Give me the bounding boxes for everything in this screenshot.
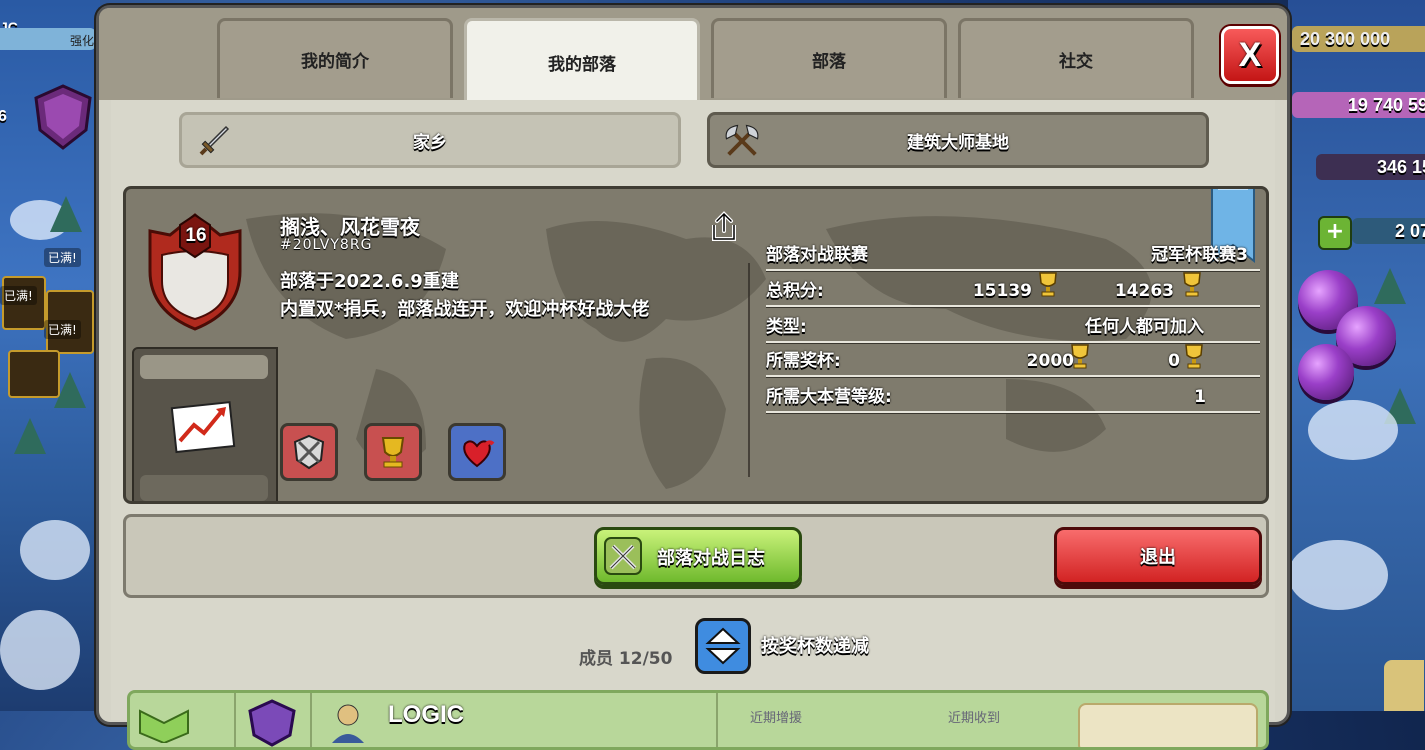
perk-war-icon[interactable] bbox=[280, 423, 338, 481]
points-home-value: 15139 bbox=[972, 281, 1032, 301]
points-builder-value: 14263 bbox=[1114, 281, 1174, 301]
type-label: 类型: bbox=[766, 317, 807, 337]
perk-hearts-icon[interactable] bbox=[448, 423, 506, 481]
member-rank-icon bbox=[139, 709, 189, 743]
points-label: 总积分: bbox=[766, 281, 824, 301]
member-trophy-box bbox=[1078, 703, 1258, 747]
member-name: LOGIC bbox=[388, 701, 464, 728]
close-button[interactable]: X bbox=[1221, 26, 1279, 84]
type-value: 任何人都可加入 bbox=[1085, 317, 1204, 337]
home-village-label: 家乡 bbox=[413, 132, 447, 153]
donations-label: 近期增援 bbox=[750, 711, 803, 726]
clan-stats-sidebox bbox=[132, 347, 278, 501]
info-row-war-league: 部落对战联赛 冠军杯联赛3 bbox=[766, 235, 1260, 271]
gems-counter: 2 07 bbox=[1352, 218, 1425, 244]
league-shield-icon bbox=[34, 84, 92, 150]
required-townhall-value: 1 bbox=[1194, 387, 1206, 407]
crossed-swords-icon bbox=[604, 537, 642, 575]
dark-elixir-counter: 346 15 bbox=[1316, 154, 1425, 180]
info-row-type: 类型: 任何人都可加入 bbox=[766, 307, 1260, 343]
elixir-counter: 19 740 59 bbox=[1292, 92, 1425, 118]
builder-trophy-icon bbox=[1185, 344, 1203, 369]
member-row[interactable]: LOGIC 近期增援 近期收到 bbox=[127, 690, 1269, 750]
war-league-label: 部落对战联赛 bbox=[766, 245, 868, 265]
war-log-button[interactable]: 部落对战日志 bbox=[594, 527, 802, 585]
clan-actions-bar: 部落对战日志 退出 bbox=[123, 514, 1269, 598]
info-row-required-trophies: 所需奖杯: 2000 0 bbox=[766, 341, 1260, 377]
leave-clan-button[interactable]: 退出 bbox=[1054, 527, 1262, 585]
share-icon[interactable] bbox=[708, 211, 740, 243]
game-background-right: 20 300 000 19 740 59 346 15 + 2 07 bbox=[1288, 0, 1425, 711]
add-gems-icon[interactable]: + bbox=[1318, 216, 1352, 250]
tab-clans[interactable]: 部落 bbox=[711, 18, 947, 98]
my-clan-panel: 家乡 建筑大师基地 16 搁浅、风花雪夜 #20LVY8RG 部落于2022.6… bbox=[111, 100, 1275, 750]
sort-label: 按奖杯数递减 bbox=[761, 636, 869, 657]
left-counter: 6 bbox=[0, 108, 7, 125]
war-league-value: 冠军杯联赛3 bbox=[1151, 245, 1248, 265]
sort-toggle-button[interactable] bbox=[695, 618, 751, 674]
required-trophies-label: 所需奖杯: bbox=[766, 351, 841, 371]
clan-description-line-1: 部落于2022.6.9重建 bbox=[280, 271, 459, 292]
trending-chart-icon[interactable] bbox=[170, 397, 238, 455]
info-row-points: 总积分: 15139 14263 bbox=[766, 271, 1260, 307]
required-townhall-label: 所需大本营等级: bbox=[766, 387, 892, 407]
sort-arrows-icon bbox=[705, 627, 741, 665]
tab-social[interactable]: 社交 bbox=[958, 18, 1194, 98]
sword-icon bbox=[199, 125, 230, 156]
received-label: 近期收到 bbox=[948, 711, 1001, 726]
required-trophies-builder-value: 0 bbox=[1168, 351, 1180, 371]
perk-trophy-icon[interactable] bbox=[364, 423, 422, 481]
builder-avatar-icon bbox=[332, 704, 364, 743]
full-label: 已满! bbox=[44, 248, 81, 267]
trophy-icon bbox=[1071, 344, 1089, 369]
builder-trophy-icon bbox=[1183, 272, 1201, 297]
game-background-left: JC. 强化 6 已满! 已满! 已满! bbox=[0, 0, 100, 711]
full-label: 已满! bbox=[44, 320, 81, 339]
clan-tag[interactable]: #20LVY8RG bbox=[280, 237, 372, 253]
clan-description-line-2: 内置双*捐兵，部落战连开，欢迎冲杯好战大佬 bbox=[280, 299, 650, 320]
builder-base-label: 建筑大师基地 bbox=[907, 132, 1009, 153]
tab-my-clan[interactable]: 我的部落 bbox=[464, 18, 700, 104]
war-log-label: 部落对战日志 bbox=[657, 548, 765, 569]
clan-window: 我的简介 我的部落 部落 社交 X 家乡 建筑大师基地 16 搁浅、风花雪夜 #… bbox=[96, 5, 1290, 750]
home-village-tab[interactable]: 家乡 bbox=[179, 112, 681, 168]
clan-name: 搁浅、风花雪夜 bbox=[280, 215, 420, 239]
crossed-axes-icon bbox=[725, 124, 759, 156]
clan-level-badge: 16 bbox=[185, 225, 207, 246]
required-trophies-home-value: 2000 bbox=[1026, 351, 1074, 371]
trophy-corner-icon bbox=[1384, 660, 1424, 711]
full-label: 已满! bbox=[0, 286, 37, 305]
gold-counter: 20 300 000 bbox=[1292, 26, 1425, 52]
tab-profile[interactable]: 我的简介 bbox=[217, 18, 453, 98]
clan-info-box: 16 搁浅、风花雪夜 #20LVY8RG 部落于2022.6.9重建 内置双*捐… bbox=[123, 186, 1269, 504]
member-count: 成员 12/50 bbox=[579, 649, 673, 669]
upgrade-tag: 强化 bbox=[70, 34, 95, 48]
info-row-required-townhall: 所需大本营等级: 1 bbox=[766, 377, 1260, 413]
league-gem-icon bbox=[248, 699, 296, 747]
close-icon: X bbox=[1238, 36, 1262, 74]
tab-bar: 我的简介 我的部落 部落 社交 X bbox=[99, 8, 1287, 104]
trophy-icon bbox=[1039, 272, 1057, 297]
builder-base-tab[interactable]: 建筑大师基地 bbox=[707, 112, 1209, 168]
leave-clan-label: 退出 bbox=[1140, 547, 1176, 568]
